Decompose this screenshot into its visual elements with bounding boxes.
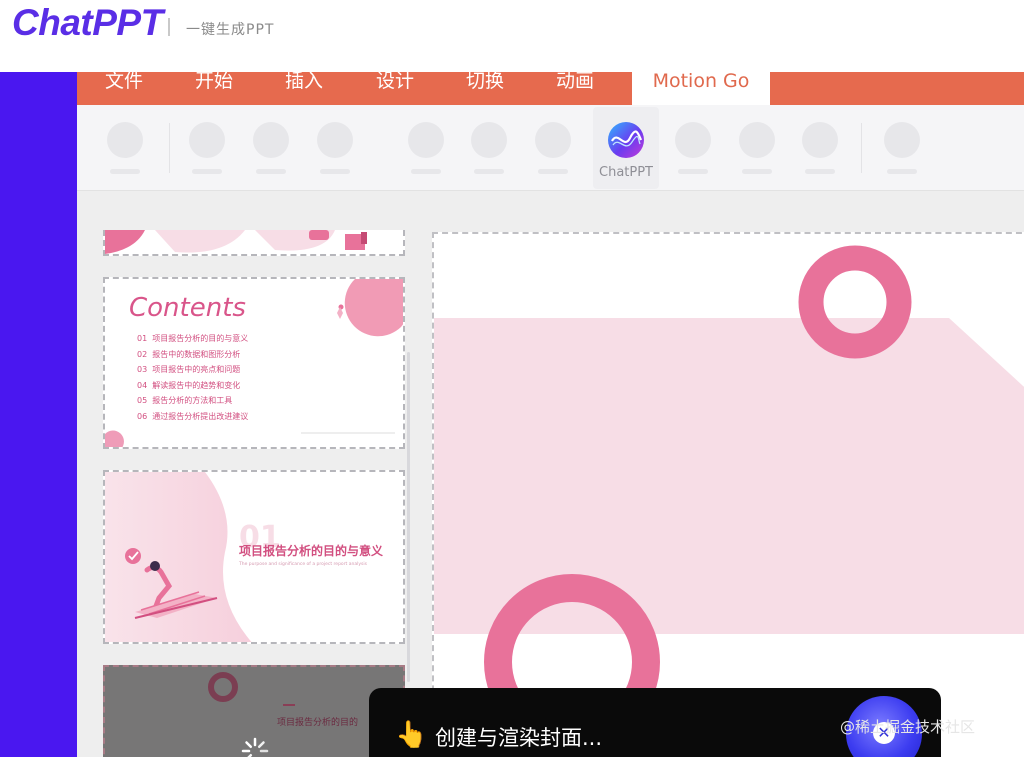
- placeholder-label: [411, 169, 441, 174]
- slide-1-graphics: [105, 230, 403, 254]
- contents-item-text: 报告分析的方法和工具: [152, 396, 233, 405]
- toolbar-button-placeholder[interactable]: [241, 105, 301, 191]
- screenshot-root: ChatPPT 一键生成PPT 文件 开始 插入 设计 切换 动画 Motion…: [0, 0, 1024, 757]
- toolbar-button-placeholder[interactable]: [872, 105, 932, 191]
- placeholder-label: [742, 169, 772, 174]
- placeholder-icon: [884, 122, 920, 158]
- loading-slide-title: 项目报告分析的目的: [277, 718, 359, 728]
- placeholder-icon: [471, 122, 507, 158]
- placeholder-label: [538, 169, 568, 174]
- chatppt-toolbar-button[interactable]: ChatPPT: [593, 107, 659, 189]
- contents-item: 06 通过报告分析提出改进建议: [137, 411, 248, 427]
- watermark-text: @稀土掘金技术社区: [840, 718, 976, 736]
- ribbon-tab-bar: 文件 开始 插入 设计 切换 动画 Motion Go: [77, 66, 1024, 105]
- header-divider: [168, 18, 170, 36]
- contents-item-text: 解读报告中的趋势和变化: [152, 380, 241, 390]
- toolbar-button-placeholder[interactable]: [727, 105, 787, 191]
- placeholder-label: [256, 169, 286, 174]
- placeholder-icon: [535, 122, 571, 158]
- main-slide-graphics: [434, 245, 1024, 757]
- placeholder-icon: [189, 122, 225, 158]
- contents-list: 01 项目报告分析的目的与意义 02 报告中的数据和图形分析 03 项目报告中的…: [137, 333, 248, 426]
- contents-item: 04 解读报告中的趋势和变化: [137, 380, 248, 396]
- slide-thumbnail-section-01[interactable]: 01 项目报告分析的目的与意义 The purpose and signific…: [103, 470, 405, 644]
- placeholder-label: [805, 169, 835, 174]
- contents-item-text: 通过报告分析提出改进建议: [152, 411, 249, 421]
- slide-editing-canvas[interactable]: [432, 232, 1024, 757]
- contents-item-number: 02: [137, 349, 148, 359]
- toolbar-divider: [169, 123, 170, 173]
- contents-item: 01 项目报告分析的目的与意义: [137, 333, 248, 349]
- loading-spinner-icon: [241, 737, 269, 757]
- toolbar-button-placeholder[interactable]: [663, 105, 723, 191]
- thumbnail-scrollbar[interactable]: [407, 352, 410, 682]
- contents-item: 03 项目报告中的亮点和问题: [137, 364, 248, 380]
- contents-item: 05 报告分析的方法和工具: [137, 395, 248, 411]
- placeholder-label: [887, 169, 917, 174]
- contents-item-number: 04: [137, 380, 148, 390]
- contents-item-number: 05: [137, 396, 148, 405]
- site-header: ChatPPT 一键生成PPT: [0, 0, 1024, 72]
- toolbar-button-placeholder[interactable]: [95, 105, 155, 191]
- placeholder-label: [192, 169, 222, 174]
- placeholder-icon: [107, 122, 143, 158]
- left-purple-band: [0, 72, 77, 757]
- placeholder-icon: [675, 122, 711, 158]
- ribbon-toolbar: ChatPPT: [77, 105, 1024, 191]
- slide-thumbnail-loading[interactable]: 项目报告分析的目的: [103, 665, 405, 757]
- contents-item-text: 报告中的数据和图形分析: [152, 349, 241, 359]
- chatppt-logo[interactable]: ChatPPT: [12, 2, 163, 44]
- contents-item-number: 06: [137, 411, 148, 421]
- section-subtitle: The purpose and significance of a projec…: [239, 562, 367, 567]
- toolbar-button-placeholder[interactable]: [523, 105, 583, 191]
- toolbar-divider: [861, 123, 862, 173]
- toolbar-button-placeholder[interactable]: [305, 105, 365, 191]
- toolbar-button-placeholder[interactable]: [396, 105, 456, 191]
- placeholder-icon: [739, 122, 775, 158]
- contents-item-number: 01: [137, 334, 148, 343]
- contents-item-number: 03: [137, 365, 148, 374]
- placeholder-icon: [317, 122, 353, 158]
- chatppt-icon: [608, 122, 644, 158]
- placeholder-label: [678, 169, 708, 174]
- toolbar-button-placeholder[interactable]: [790, 105, 850, 191]
- toast-message: 创建与渲染封面...: [435, 726, 603, 750]
- contents-title: Contents: [129, 293, 246, 323]
- placeholder-icon: [253, 122, 289, 158]
- toolbar-button-placeholder[interactable]: [177, 105, 237, 191]
- slide-thumbnail-1[interactable]: [103, 230, 405, 256]
- placeholder-label: [110, 169, 140, 174]
- placeholder-icon: [408, 122, 444, 158]
- chatppt-button-label: ChatPPT: [599, 165, 653, 180]
- placeholder-label: [320, 169, 350, 174]
- ppt-app-window: 文件 开始 插入 设计 切换 动画 Motion Go ChatPPT Cont…: [77, 66, 1024, 757]
- toolbar-button-placeholder[interactable]: [459, 105, 519, 191]
- contents-item: 02 报告中的数据和图形分析: [137, 349, 248, 365]
- section-title: 项目报告分析的目的与意义: [239, 544, 384, 558]
- contents-item-text: 项目报告分析的目的与意义: [152, 334, 249, 343]
- slide-thumbnail-contents[interactable]: Contents 01 项目报告分析的目的与意义 02 报告中的数据和图形分析 …: [103, 277, 405, 449]
- placeholder-icon: [802, 122, 838, 158]
- contents-item-text: 项目报告中的亮点和问题: [152, 365, 241, 374]
- loading-slide-graphics: [208, 672, 295, 757]
- header-tagline: 一键生成PPT: [186, 22, 275, 38]
- pointing-hand-icon: 👆: [395, 720, 428, 750]
- placeholder-label: [474, 169, 504, 174]
